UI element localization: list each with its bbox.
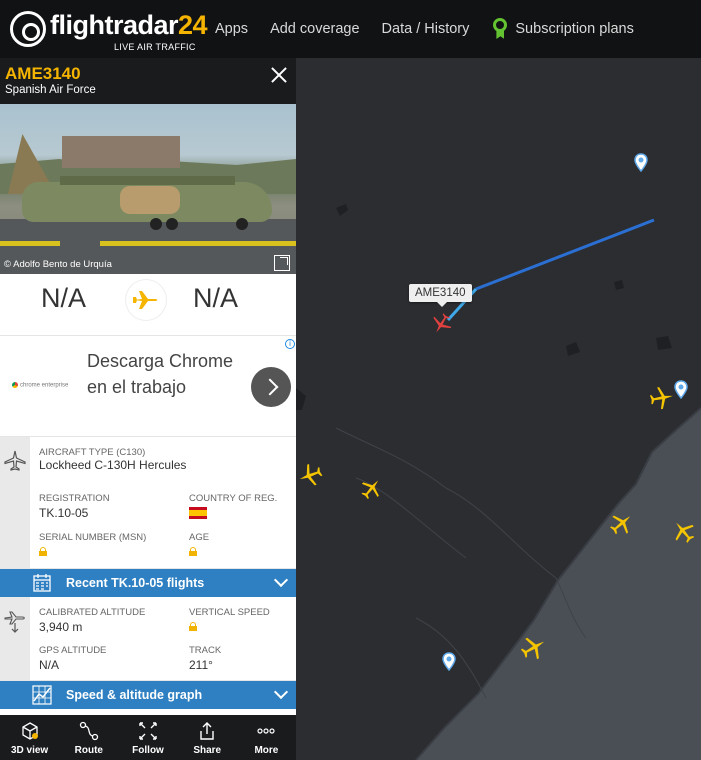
radar-icon [10, 11, 46, 47]
track-value: 211° [189, 658, 213, 672]
top-navigation: flightradar24 LIVE AIR TRAFFIC Apps Add … [0, 0, 701, 58]
photo-credit: © Adolfo Bento de Urquía [4, 259, 112, 270]
recent-flights-label: Recent TK.10-05 flights [66, 576, 205, 590]
route-icon [79, 721, 98, 741]
ad-text: Descarga Chrome en el trabajo [87, 351, 234, 397]
more-button[interactable]: More [237, 715, 296, 760]
aircraft-type-field: AIRCRAFT TYPE (C130) Lockheed C-130H Her… [39, 447, 187, 472]
country-field: COUNTRY OF REG. [189, 493, 277, 524]
airport-pin-icon[interactable] [674, 380, 688, 400]
speed-altitude-graph-bar[interactable]: Speed & altitude graph [0, 681, 296, 709]
recent-flights-bar[interactable]: Recent TK.10-05 flights [0, 569, 296, 597]
flightradar24-logo[interactable]: flightradar24 LIVE AIR TRAFFIC [10, 8, 208, 52]
serial-number-field: SERIAL NUMBER (MSN) [39, 532, 146, 561]
selected-aircraft-marker[interactable] [429, 310, 455, 336]
bottom-toolbar: 3D view Route Follow Share More [0, 715, 296, 760]
nav-subscription-label: Subscription plans [515, 21, 634, 37]
flight-map[interactable]: AME3140 [296, 58, 701, 760]
altitude-icon [4, 611, 25, 633]
route-button[interactable]: Route [59, 715, 118, 760]
flight-operator: Spanish Air Force [5, 84, 96, 96]
chevron-down-icon [273, 572, 289, 588]
vertical-speed-field: VERTICAL SPEED [189, 607, 270, 636]
nav-data-history[interactable]: Data / History [382, 21, 470, 37]
speed-altitude-graph-label: Speed & altitude graph [66, 688, 203, 702]
flight-callsign: AME3140 [5, 64, 81, 83]
flight-info-panel: AME3140 Spanish Air Force © Adolfo Bento… [0, 58, 296, 715]
expand-photo-icon[interactable] [274, 255, 290, 271]
follow-icon [139, 722, 157, 740]
close-panel-button[interactable] [268, 64, 290, 86]
share-icon [200, 722, 214, 740]
origin-airport: N/A [41, 283, 87, 313]
aircraft-type-value: Lockheed C-130H Hercules [39, 458, 187, 472]
panel-header: AME3140 Spanish Air Force [0, 58, 296, 104]
lock-icon[interactable] [189, 547, 197, 556]
aircraft-photo[interactable]: © Adolfo Bento de Urquía [0, 104, 296, 274]
aircraft-marker[interactable] [518, 633, 548, 663]
app: flightradar24 LIVE AIR TRAFFIC Apps Add … [0, 0, 701, 760]
gps-altitude-value: N/A [39, 658, 60, 672]
calibrated-altitude-value: 3,940 m [39, 620, 83, 634]
chevron-down-icon [273, 684, 289, 700]
route-plane-icon [126, 280, 166, 320]
altitude-section: CALIBRATED ALTITUDE 3,940 m VERTICAL SPE… [0, 597, 296, 681]
logo-wordmark: flightradar24 [50, 10, 208, 40]
spain-flag-icon [189, 507, 207, 519]
airport-pin-icon[interactable] [634, 153, 648, 173]
aircraft-marker[interactable] [647, 384, 675, 412]
selected-aircraft-label[interactable]: AME3140 [409, 284, 472, 307]
nav-add-coverage[interactable]: Add coverage [270, 21, 359, 37]
ad-arrow-button[interactable] [251, 367, 291, 407]
graph-icon [32, 685, 52, 705]
aircraft-marker[interactable] [358, 476, 384, 502]
calibrated-altitude-field: CALIBRATED ALTITUDE 3,940 m [39, 607, 146, 634]
destination-airport: N/A [193, 283, 239, 313]
registration-value: TK.10-05 [39, 506, 89, 520]
registration-field: REGISTRATION TK.10-05 [39, 493, 110, 520]
ad-info-icon[interactable]: i [285, 339, 295, 349]
logo-tagline: LIVE AIR TRAFFIC [114, 42, 196, 52]
more-icon [257, 728, 276, 734]
award-icon [491, 18, 509, 40]
3d-cube-icon [21, 722, 38, 740]
lock-icon[interactable] [39, 547, 47, 556]
nav-apps[interactable]: Apps [215, 21, 248, 37]
calendar-icon [33, 574, 51, 592]
track-field: TRACK 211° [189, 645, 222, 672]
aircraft-icon [4, 450, 26, 471]
follow-button[interactable]: Follow [118, 715, 177, 760]
nav-subscription-plans[interactable]: Subscription plans [491, 18, 634, 40]
age-field: AGE [189, 532, 209, 561]
aircraft-section: AIRCRAFT TYPE (C130) Lockheed C-130H Her… [0, 437, 296, 569]
lock-icon[interactable] [189, 622, 197, 631]
aircraft-marker[interactable] [607, 510, 635, 538]
aircraft-marker[interactable] [670, 518, 698, 546]
aircraft-marker[interactable] [297, 461, 325, 489]
airport-pin-icon[interactable] [442, 652, 456, 672]
nav-links: Apps Add coverage Data / History Subscri… [204, 0, 645, 58]
advertisement[interactable]: chrome enterprise Descarga Chrome en el … [0, 336, 296, 437]
route-summary: N/A N/A [0, 274, 296, 336]
share-button[interactable]: Share [178, 715, 237, 760]
gps-altitude-field: GPS ALTITUDE N/A [39, 645, 107, 672]
chrome-logo: chrome enterprise [12, 382, 68, 389]
3d-view-button[interactable]: 3D view [0, 715, 59, 760]
